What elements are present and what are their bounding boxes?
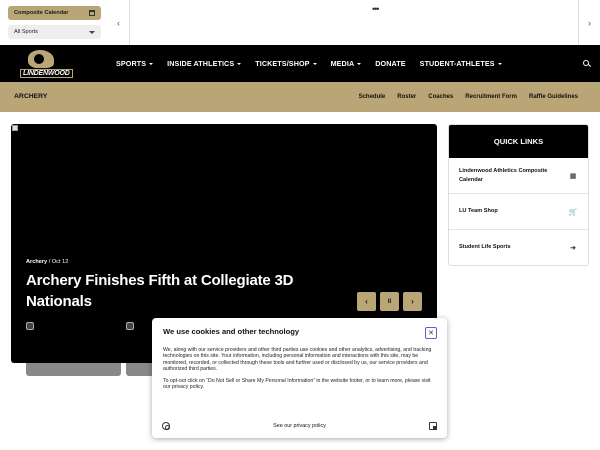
carousel-thumbnail[interactable] [26, 363, 121, 376]
close-icon[interactable]: ✕ [425, 327, 437, 339]
nav-item-label: STUDENT-ATHLETES [419, 59, 495, 68]
sports-dropdown[interactable]: All Sports [8, 25, 101, 39]
sports-dropdown-value: All Sports [14, 29, 38, 35]
scoreboard-next-button[interactable]: › [578, 0, 600, 45]
sport-links: Schedule Roster Coaches Recruitment Form… [347, 82, 578, 112]
lindenwood-logo[interactable]: LINDENWOOD [18, 50, 73, 80]
thumbnail-image-icon[interactable] [126, 322, 134, 330]
calendar-icon: ▦ [569, 172, 577, 180]
sport-title[interactable]: ARCHERY [14, 93, 47, 100]
story-meta: Archery / Oct 12 [26, 259, 68, 265]
carousel-prev-button[interactable]: ‹ [357, 292, 376, 311]
nav-item-media[interactable]: MEDIA [331, 59, 362, 68]
calendar-icon [89, 10, 95, 16]
subnav-link-coaches[interactable]: Coaches [428, 94, 453, 100]
search-icon[interactable] [583, 60, 589, 66]
chevron-down-icon [357, 62, 362, 65]
cookie-dialog-footer: See our privacy policy [162, 422, 437, 430]
quick-link-student-life-sports[interactable]: Student Life Sports ➔ [449, 230, 588, 265]
carousel-next-button[interactable]: › [403, 292, 422, 311]
composite-calendar-label: Composite Calendar [14, 10, 69, 16]
fingerprint-icon [162, 422, 170, 430]
utility-bar: Composite Calendar All Sports ‹ ••• › [0, 0, 600, 45]
chevron-down-icon [497, 62, 502, 65]
arrow-right-icon: ➔ [570, 244, 576, 252]
logo-wordmark: LINDENWOOD [20, 69, 73, 78]
quick-link-label: Lindenwood Athletics Composite Calendar [459, 167, 548, 183]
nav-item-label: TICKETS/SHOP [255, 59, 310, 68]
cookie-consent-dialog: We use cookies and other technology ✕ We… [152, 318, 447, 438]
nav-item-student-athletes[interactable]: STUDENT-ATHLETES [420, 59, 502, 68]
main-navigation: LINDENWOOD SPORTS INSIDE ATHLETICS TICKE… [0, 45, 600, 82]
nav-item-label: DONATE [375, 59, 406, 68]
quick-link-composite-calendar[interactable]: Lindenwood Athletics Composite Calendar … [449, 158, 588, 194]
scoreboard-prev-button[interactable]: ‹ [108, 0, 130, 45]
chevron-down-icon [149, 62, 154, 65]
quick-links-panel: QUICK LINKS Lindenwood Athletics Composi… [448, 124, 589, 266]
cookie-dialog-title: We use cookies and other technology [163, 327, 300, 336]
story-date: Oct 12 [51, 259, 69, 265]
cart-icon: 🛒 [568, 208, 578, 216]
quick-link-label: Student Life Sports [459, 244, 511, 250]
carousel-pause-button[interactable]: II [380, 292, 399, 311]
subnav-link-recruitment-form[interactable]: Recruitment Form [465, 94, 517, 100]
nav-item-label: INSIDE ATHLETICS [167, 59, 235, 68]
privacy-policy-link[interactable]: See our privacy policy [273, 423, 326, 429]
loading-dots-icon: ••• [372, 4, 380, 14]
thumbnail-image-icon[interactable] [26, 322, 34, 330]
nav-item-sports[interactable]: SPORTS [116, 59, 154, 68]
carousel-thumbnail[interactable] [126, 363, 154, 376]
sport-subnav: ARCHERY Schedule Roster Coaches Recruitm… [0, 82, 600, 112]
cookie-paragraph: We, along with our service providers and… [163, 347, 432, 373]
nav-item-label: MEDIA [330, 59, 355, 68]
chevron-down-icon [237, 62, 242, 65]
story-category: Archery [26, 259, 48, 265]
nav-item-donate[interactable]: DONATE [375, 59, 405, 68]
subnav-link-raffle-guidelines[interactable]: Raffle Guidelines [529, 94, 578, 100]
chevron-down-icon [89, 30, 95, 34]
preferences-icon[interactable] [428, 422, 437, 430]
quick-links-title: QUICK LINKS [449, 125, 588, 158]
lion-icon [28, 50, 54, 68]
cookie-dialog-body: We, along with our service providers and… [163, 347, 436, 390]
quick-link-team-shop[interactable]: LU Team Shop 🛒 [449, 194, 588, 230]
nav-item-tickets-shop[interactable]: TICKETS/SHOP [255, 59, 317, 68]
cookie-paragraph: To opt-out click on “Do Not Sell or Shar… [163, 377, 431, 391]
chevron-down-icon [312, 62, 317, 65]
subnav-link-roster[interactable]: Roster [397, 94, 416, 100]
subnav-link-schedule[interactable]: Schedule [359, 94, 386, 100]
story-headline[interactable]: Archery Finishes Fifth at Collegiate 3D … [26, 270, 326, 312]
quick-link-label: LU Team Shop [459, 208, 498, 214]
nav-item-inside-athletics[interactable]: INSIDE ATHLETICS [167, 59, 242, 68]
broken-image-icon [12, 125, 18, 131]
nav-item-label: SPORTS [116, 59, 147, 68]
composite-calendar-button[interactable]: Composite Calendar [8, 6, 101, 20]
nav-menu: SPORTS INSIDE ATHLETICS TICKETS/SHOP MED… [116, 45, 516, 82]
